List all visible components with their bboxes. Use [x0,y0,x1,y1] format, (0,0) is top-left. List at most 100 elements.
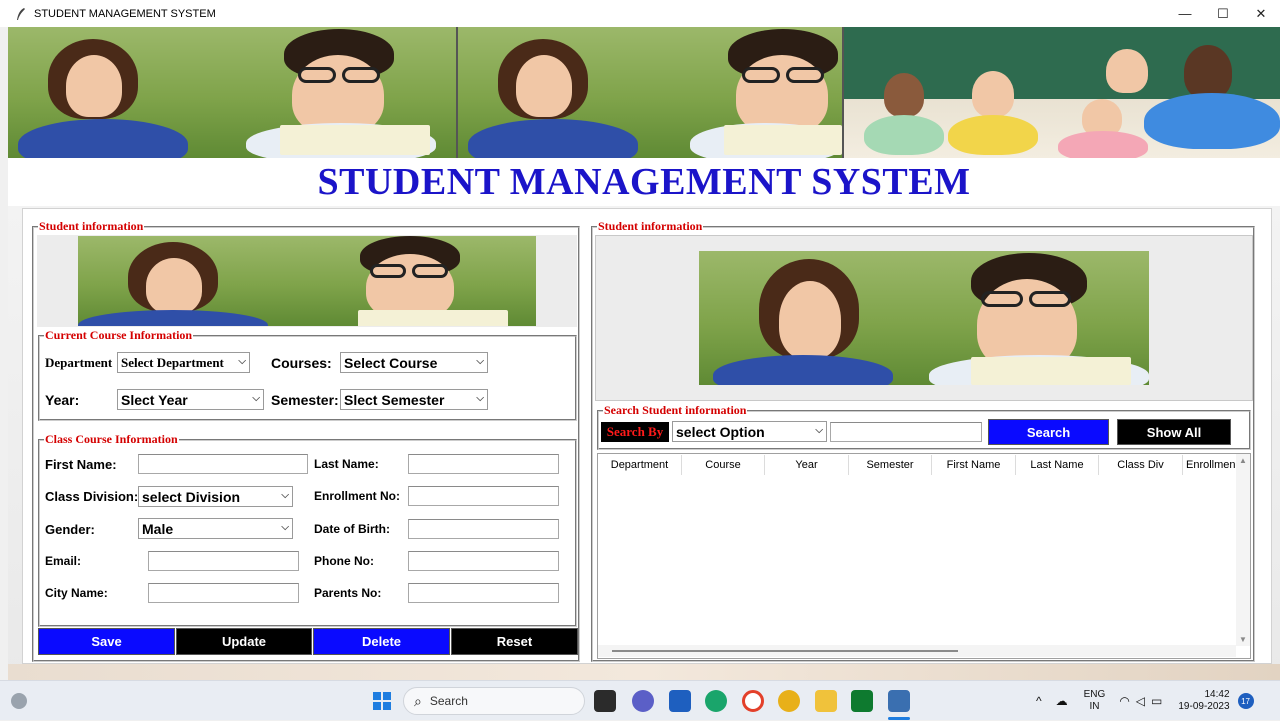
clock-date: 19-09-2023 [1178,701,1230,712]
taskbar-search-box[interactable]: ⌕ Search [403,687,585,715]
notification-badge[interactable]: 17 [1237,693,1254,709]
semester-label: Semester: [271,392,339,408]
banner-photo-classroom [844,27,1280,158]
enrollment-label: Enrollment No: [314,489,400,503]
parents-label: Parents No: [314,586,382,600]
python-app-icon[interactable] [888,690,910,712]
scroll-down-icon[interactable]: ▼ [1239,635,1247,644]
class-division-select[interactable]: select Division ⌵ [138,486,293,507]
horizontal-scrollbar[interactable] [598,645,1236,657]
email-field[interactable] [148,551,299,571]
header-banner [8,27,1280,158]
close-button[interactable]: ✕ [1241,0,1280,27]
scroll-up-icon[interactable]: ▲ [1239,456,1247,465]
windows-taskbar: ⌕ Search ^ ☁ ENG IN ◠ ◁ ▭ 14:42 19-09-20… [0,680,1280,720]
gender-select-value: Male [142,520,174,537]
search-by-label: Search By [601,422,669,442]
courses-label: Courses: [271,355,332,371]
save-button[interactable]: Save [38,628,175,655]
first-name-label: First Name: [45,457,117,472]
department-select[interactable]: Select Department ⌵ [117,352,250,373]
chevron-down-icon: ⌵ [476,356,484,367]
store-icon[interactable] [669,690,691,712]
col-semester[interactable]: Semester [849,455,932,475]
enrollment-field[interactable] [408,486,559,506]
year-select-value: Slect Year [121,391,188,408]
search-section-legend: Search Student information [603,403,748,417]
task-view-icon[interactable] [594,690,616,712]
horizontal-scroll-thumb[interactable] [612,650,958,652]
update-button[interactable]: Update [176,628,312,655]
clock-time: 14:42 [1204,689,1230,700]
left-panel-legend: Student information [38,219,145,233]
clock[interactable]: 14:42 19-09-2023 [1178,689,1229,713]
col-department[interactable]: Department [598,455,682,475]
chevron-down-icon: ⌵ [252,393,260,404]
blocked-app-icon[interactable] [742,690,764,712]
reset-button[interactable]: Reset [451,628,578,655]
battery-icon[interactable]: ▭ [1151,694,1162,708]
col-last-name[interactable]: Last Name [1016,455,1099,475]
course-section-legend: Current Course Information [44,328,194,342]
volume-icon[interactable]: ◁ [1136,694,1145,708]
maximize-button[interactable]: ☐ [1203,0,1243,27]
chevron-down-icon: ⌵ [281,522,289,533]
widgets-icon[interactable] [11,693,27,709]
search-option-select[interactable]: select Option ⌵ [672,421,827,442]
class-division-label: Class Division: [45,489,139,504]
student-table[interactable] [597,453,1251,659]
email-label: Email: [45,554,82,568]
col-enrollment[interactable]: Enrollmen [1183,455,1236,475]
courses-select-value: Select Course [344,354,438,371]
department-select-value: Select Department [121,354,224,370]
search-icon: ⌕ [414,692,422,709]
year-select[interactable]: Slect Year ⌵ [117,389,264,410]
phone-field[interactable] [408,551,559,571]
onedrive-icon[interactable]: ☁ [1056,694,1068,708]
last-name-field[interactable] [408,454,559,474]
city-field[interactable] [148,583,299,603]
show-all-button[interactable]: Show All [1117,419,1231,445]
app-title-strip: STUDENT MANAGEMENT SYSTEM [8,158,1280,206]
app-title: STUDENT MANAGEMENT SYSTEM [317,161,971,203]
class-division-select-value: select Division [142,488,241,505]
chrome-browser-icon[interactable] [778,690,800,712]
gender-select[interactable]: Male ⌵ [138,518,293,539]
delete-button[interactable]: Delete [313,628,450,655]
search-button[interactable]: Search [988,419,1109,445]
first-name-field[interactable] [138,454,308,474]
language-indicator[interactable]: ENG IN [1084,689,1106,713]
vertical-scrollbar[interactable]: ▲ ▼ [1236,454,1250,646]
parents-field[interactable] [408,583,559,603]
right-photo-kids [699,251,1149,385]
window-title: STUDENT MANAGEMENT SYSTEM [34,7,216,20]
left-photo-kids [78,236,536,326]
courses-select[interactable]: Select Course ⌵ [340,352,488,373]
file-explorer-icon[interactable] [815,690,837,712]
minimize-button[interactable]: — [1165,0,1205,27]
col-first-name[interactable]: First Name [932,455,1016,475]
city-label: City Name: [45,586,108,600]
col-year[interactable]: Year [765,455,849,475]
edge-browser-icon[interactable] [705,690,727,712]
teams-chat-icon[interactable] [632,690,654,712]
table-header-row: Department Course Year Semester First Na… [598,455,1236,475]
start-windows-icon[interactable] [371,690,393,712]
year-label: Year: [45,392,80,408]
col-course[interactable]: Course [682,455,765,475]
semester-select[interactable]: Slect Semester ⌵ [340,389,488,410]
chevron-up-icon[interactable]: ^ [1036,694,1042,708]
chevron-down-icon: ⌵ [281,490,289,501]
wifi-icon[interactable]: ◠ [1119,694,1129,708]
pycharm-icon[interactable] [851,690,873,712]
department-label: Department [45,355,113,370]
taskbar-search-placeholder: Search [429,694,468,708]
search-input[interactable] [830,422,982,442]
class-section-legend: Class Course Information [44,432,179,446]
chevron-down-icon: ⌵ [476,393,484,404]
col-class-div[interactable]: Class Div [1099,455,1183,475]
semester-select-value: Slect Semester [344,391,445,408]
dob-field[interactable] [408,519,559,539]
feather-app-icon [14,7,28,21]
language-line1: ENG [1083,689,1106,700]
